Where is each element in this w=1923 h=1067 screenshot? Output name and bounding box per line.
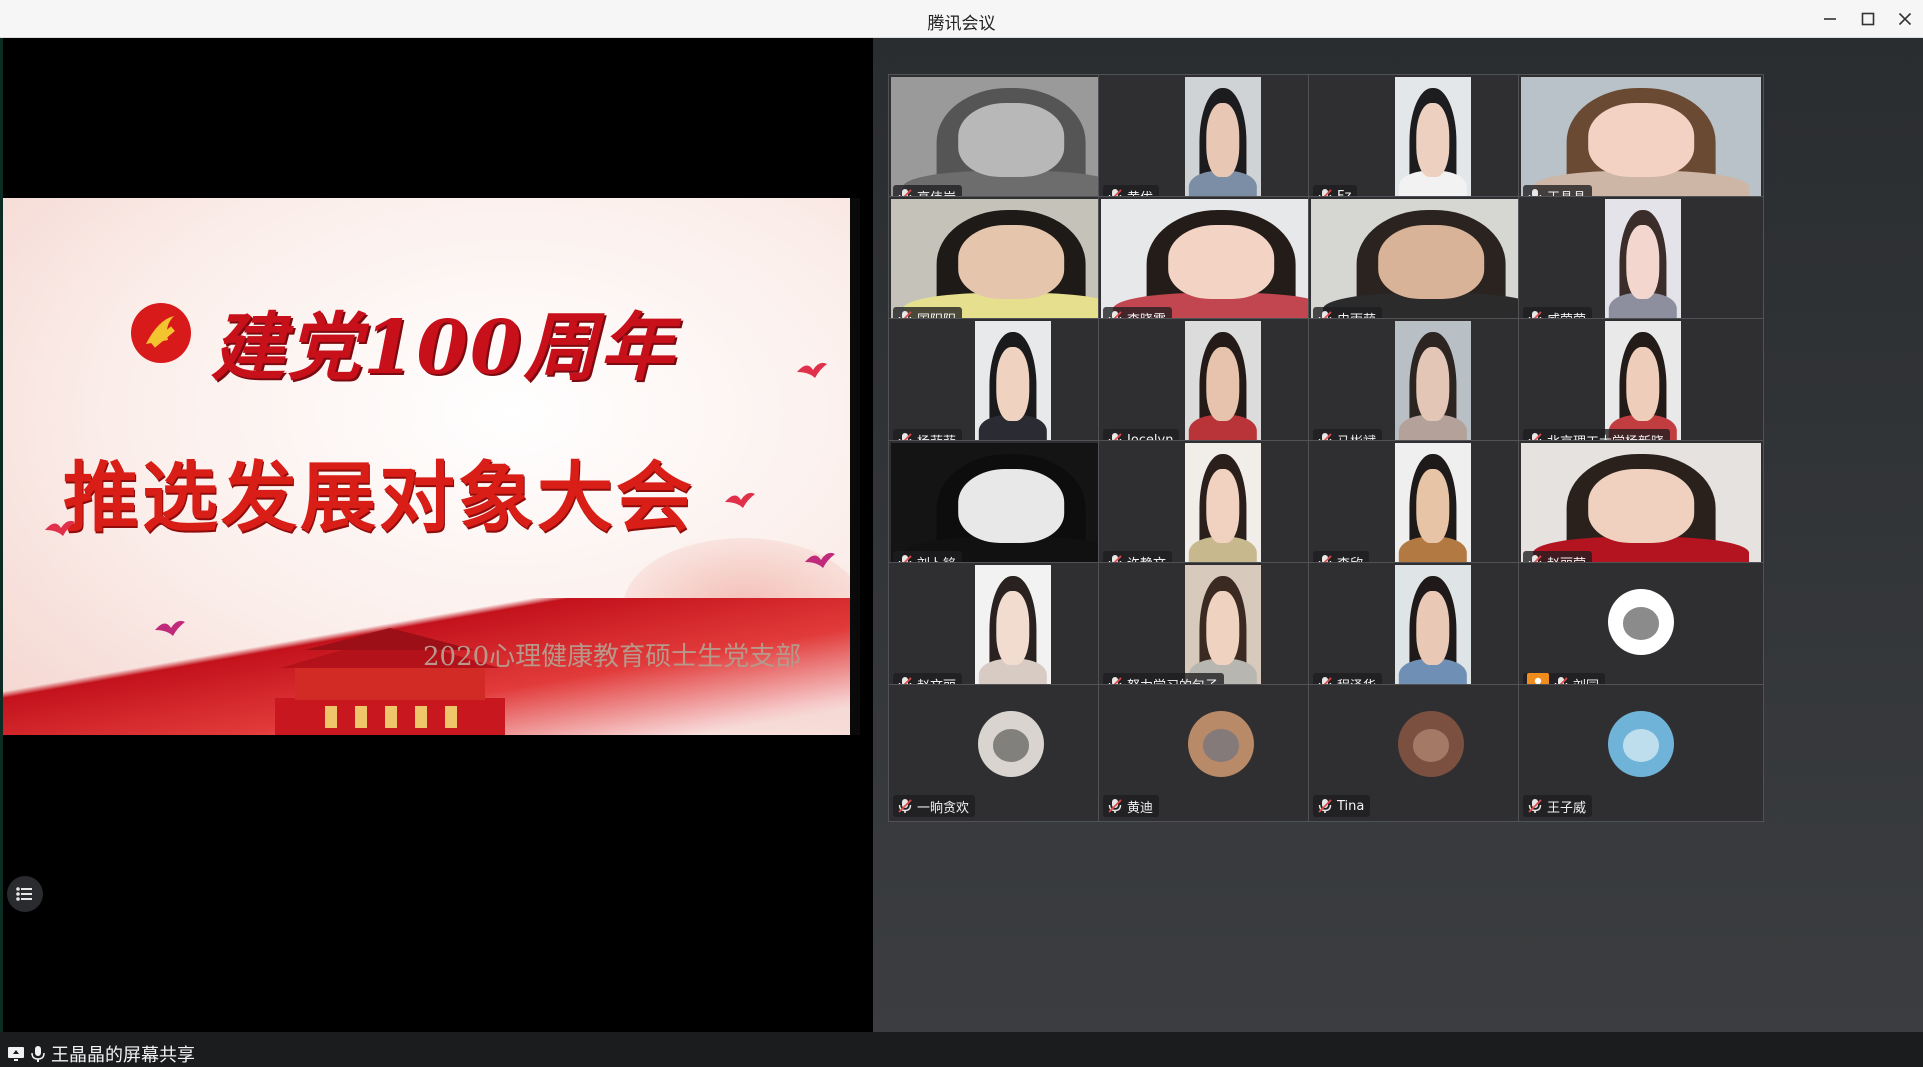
participant-avatar <box>1398 711 1464 777</box>
title-bar: 腾讯会议 <box>0 0 1923 38</box>
bird-icon <box>725 492 755 508</box>
meeting-window: 腾讯会议 建党100周年 推选发展对象大会 2020心理健康教育硕士生党支部 王… <box>0 0 1923 1066</box>
participant-tile[interactable]: 王晶晶 <box>1518 74 1764 212</box>
agenda-list-button[interactable] <box>7 876 43 912</box>
participant-name-tag: 黄迪 <box>1103 795 1160 817</box>
participant-tile[interactable]: 北京理工大学杨新晓 <box>1518 318 1764 456</box>
slide-subtitle: 2020心理健康教育硕士生党支部 <box>423 642 802 672</box>
party-emblem-icon <box>131 303 191 363</box>
participant-name: 一晌贪欢 <box>917 800 970 816</box>
minimize-button[interactable] <box>1813 6 1847 32</box>
mic-muted-icon <box>1317 798 1333 814</box>
screen-share-icon <box>8 1047 24 1061</box>
bird-icon <box>797 362 827 378</box>
window-title: 腾讯会议 <box>927 14 996 34</box>
maximize-icon <box>1861 12 1875 26</box>
screen-share-area[interactable]: 建党100周年 推选发展对象大会 2020心理健康教育硕士生党支部 王晶晶的屏幕… <box>0 38 873 1066</box>
participant-video <box>975 565 1051 699</box>
list-icon <box>16 887 32 901</box>
bird-icon <box>45 520 75 536</box>
mic-muted-icon <box>1107 798 1123 814</box>
close-button[interactable] <box>1888 6 1922 32</box>
participant-video <box>1395 565 1471 699</box>
participant-avatar <box>1188 711 1254 777</box>
participant-avatar <box>978 711 1044 777</box>
shared-slide: 建党100周年 推选发展对象大会 2020心理健康教育硕士生党支部 <box>3 198 860 735</box>
minimize-icon <box>1824 18 1836 20</box>
participant-tile[interactable]: 刘园 <box>1518 562 1764 700</box>
participant-video <box>1395 77 1471 211</box>
participant-tile[interactable]: 咸荣荣 <box>1518 196 1764 334</box>
maximize-button[interactable] <box>1851 6 1885 32</box>
mic-muted-icon <box>897 798 913 814</box>
mic-icon <box>31 1046 45 1062</box>
participant-name: 黄迪 <box>1127 800 1154 816</box>
participant-name-tag: 王子威 <box>1523 795 1593 817</box>
participant-avatar <box>1608 589 1674 655</box>
participant-video <box>1395 321 1471 455</box>
screen-share-owner: 王晶晶的屏幕共享 <box>51 1045 195 1066</box>
participant-video <box>1605 199 1681 333</box>
participant-name: Tina <box>1337 798 1365 814</box>
participant-video <box>1185 443 1261 577</box>
participant-name-tag: 一晌贪欢 <box>893 795 976 817</box>
slide-heading-secondary: 推选发展对象大会 <box>63 453 695 542</box>
close-icon <box>1898 12 1912 26</box>
participant-video <box>975 321 1051 455</box>
participant-video <box>1185 321 1261 455</box>
participant-tile[interactable]: 王子威 <box>1518 684 1764 822</box>
mic-muted-icon <box>1527 798 1543 814</box>
participant-avatar <box>1608 711 1674 777</box>
participant-name-tag: Tina <box>1313 795 1371 817</box>
participant-tile[interactable]: 赵丽莹 <box>1518 440 1764 578</box>
participant-video <box>1185 77 1261 211</box>
screen-share-label: 王晶晶的屏幕共享 <box>7 1042 195 1066</box>
participant-video <box>1395 443 1471 577</box>
bird-icon <box>805 552 835 568</box>
participant-video-grid: 高伟岸黄优Fz王晶晶国阳阳李晓霞史雨萌咸荣荣杨菲菲Jocelyn马彬斌北京理工大… <box>873 38 1923 1032</box>
participant-name: 王子威 <box>1547 800 1587 816</box>
slide-heading-primary: 建党100周年 <box>211 305 676 391</box>
bird-icon <box>155 620 185 636</box>
